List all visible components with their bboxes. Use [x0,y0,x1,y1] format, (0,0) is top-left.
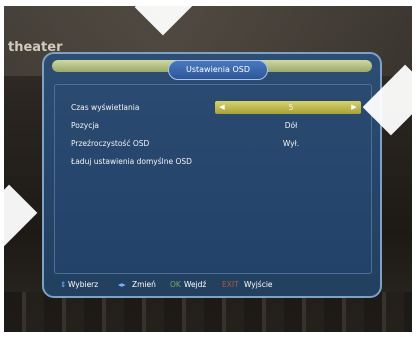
select-key-icon: ⇕ [60,280,67,289]
osd-settings-panel: Ustawienia OSD Czas wyświetlania ◀ 5 ▶ P… [42,52,382,298]
menu-item-transparency[interactable]: Przeźroczystość OSD Wył. [71,137,361,150]
photo-frame: theater Ustawienia OSD Czas wyświetlania… [0,0,418,337]
arrow-left-icon[interactable]: ◀ [217,101,227,114]
exit-hint-label: Wyjście [244,280,273,289]
exit-key-label: EXIT [222,280,239,289]
header-bar: Ustawienia OSD [52,60,372,80]
menu-item-display-time[interactable]: Czas wyświetlania ◀ 5 ▶ [71,101,361,114]
arrow-right-icon[interactable]: ▶ [349,101,359,114]
ok-hint-label: Wejdź [184,280,207,289]
menu-item-label: Ładuj ustawienia domyślne OSD [71,157,192,166]
menu-item-value: Dół [284,121,298,130]
change-hint-label: Zmień [132,280,156,289]
change-key-icon: ◂▸ [118,280,126,289]
menu-item-value: 5 [288,103,294,112]
footer-hints: ⇕ Wybierz ◂▸ Zmień OK Wejdź EXIT Wyjście [54,279,372,291]
menu-item-label: Przeźroczystość OSD [71,139,150,148]
menu-item-label: Pozycja [71,121,100,130]
menu-item-value: Wył. [282,139,300,148]
menu-item-load-defaults[interactable]: Ładuj ustawienia domyślne OSD [71,155,361,168]
panel-title: Ustawienia OSD [168,60,268,80]
menu-list: Czas wyświetlania ◀ 5 ▶ Pozycja Dół Prze… [54,84,372,274]
ok-key-label: OK [170,280,181,289]
menu-item-position[interactable]: Pozycja Dół [71,119,361,132]
select-hint-label: Wybierz [68,280,99,289]
menu-item-label: Czas wyświetlania [71,103,140,112]
